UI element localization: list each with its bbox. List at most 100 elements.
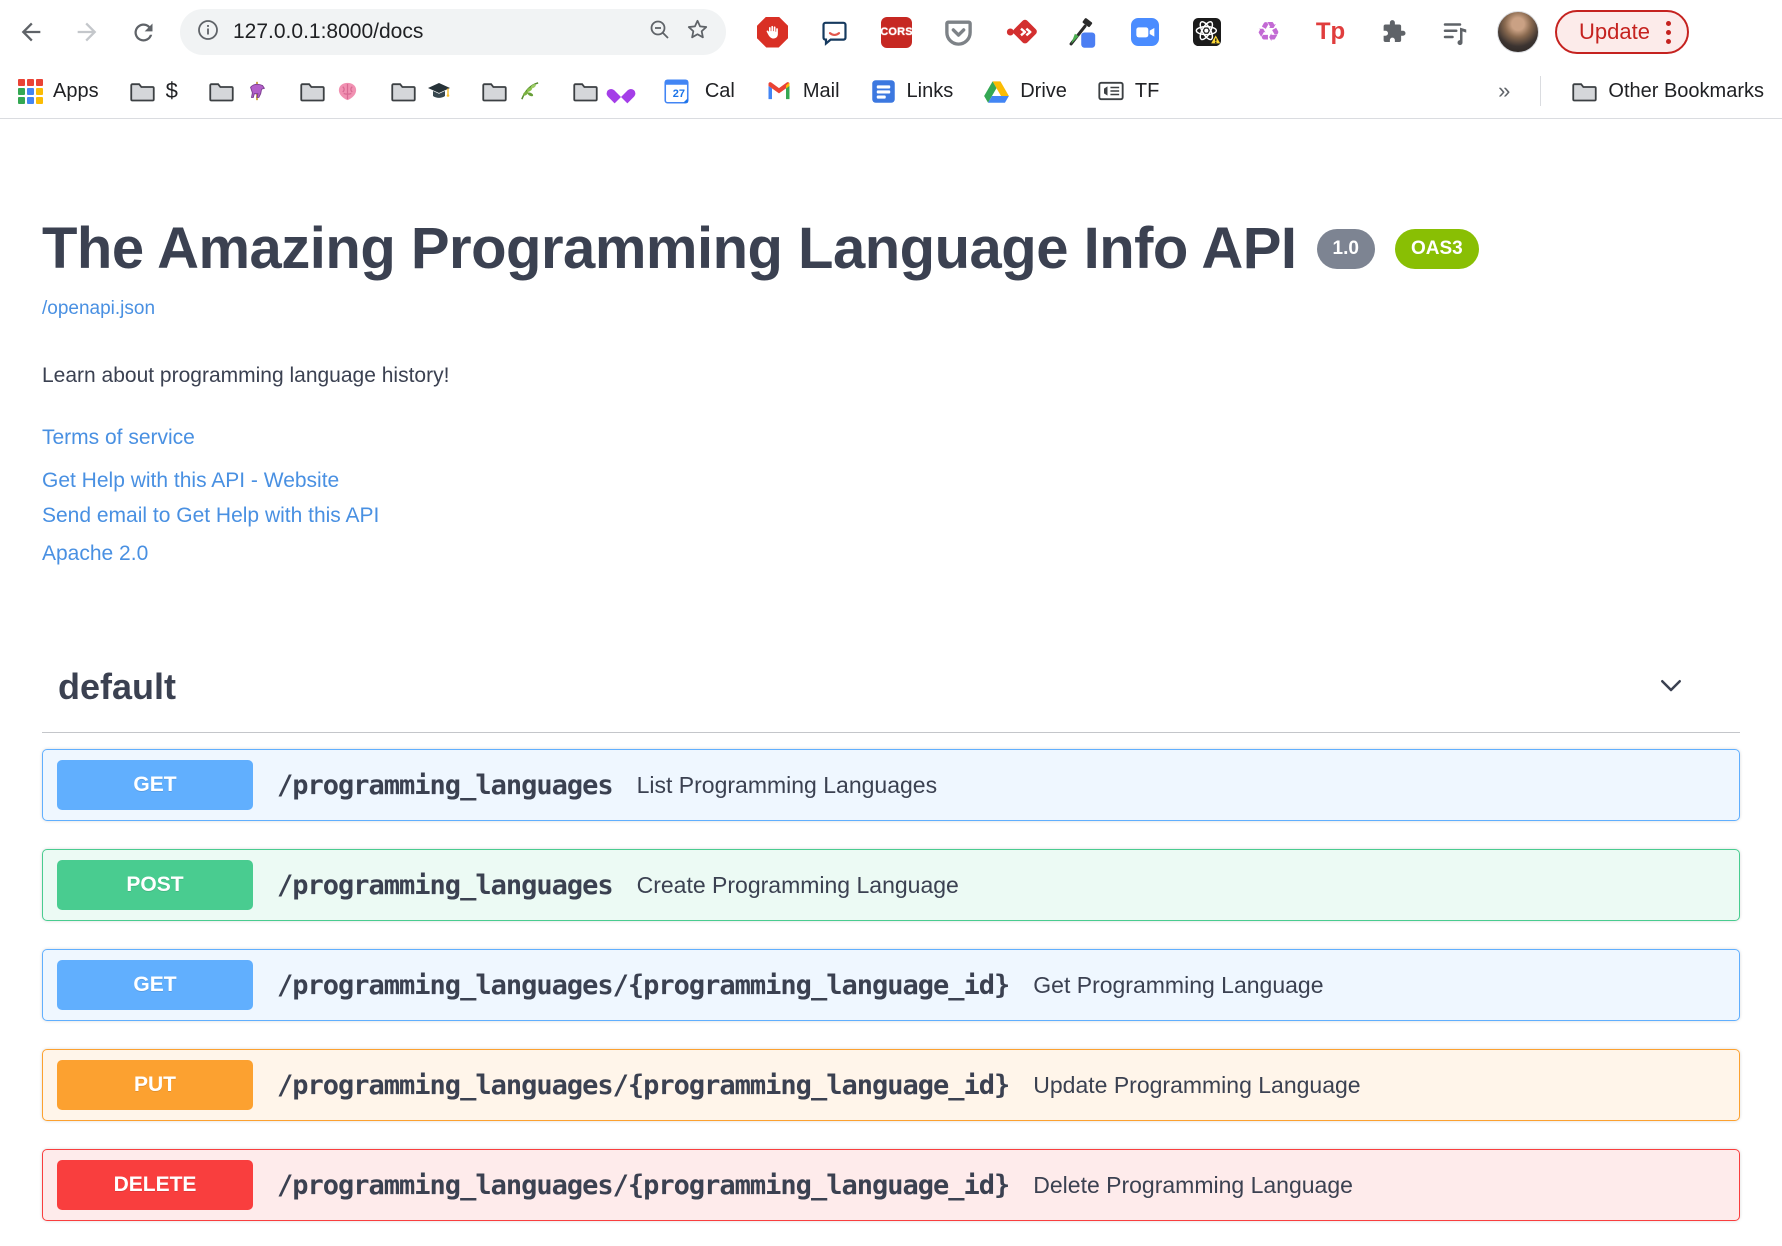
endpoint-list: GET /programming_languages List Programm…: [42, 749, 1740, 1221]
bookmark-folder-dollar[interactable]: $: [129, 78, 178, 105]
endpoint-path: /programming_languages: [277, 769, 614, 801]
back-icon[interactable]: [16, 17, 46, 47]
bookmark-folder-brain[interactable]: [299, 78, 360, 105]
page-title: The Amazing Programming Language Info AP…: [42, 216, 1297, 281]
graduation-cap-icon: [427, 79, 451, 103]
method-badge: PUT: [57, 1060, 253, 1110]
zoom-out-icon[interactable]: [648, 18, 672, 47]
links-label: Links: [906, 79, 954, 102]
bookmark-folder-herb[interactable]: [481, 78, 542, 105]
help-website-link[interactable]: Get Help with this API - Website: [42, 464, 339, 497]
video-camera-icon[interactable]: [1128, 16, 1161, 49]
endpoint-row-get-list[interactable]: GET /programming_languages List Programm…: [42, 749, 1740, 821]
endpoint-summary: List Programming Languages: [636, 771, 938, 798]
chat-bubble-icon[interactable]: [818, 16, 851, 49]
site-info-icon[interactable]: [196, 18, 220, 47]
tf-label: TF: [1134, 79, 1160, 102]
gmail-icon: [768, 82, 790, 100]
tf-card-icon: [1098, 81, 1124, 101]
method-badge: GET: [57, 960, 253, 1010]
help-links: Get Help with this API - Website Send em…: [42, 464, 1740, 534]
update-label: Update: [1579, 19, 1650, 44]
help-email-link[interactable]: Send email to Get Help with this API: [42, 499, 379, 532]
tp-icon[interactable]: Tp: [1314, 16, 1347, 49]
terms-of-service-link[interactable]: Terms of service: [42, 426, 195, 450]
endpoint-path: /programming_languages/{programming_lang…: [277, 1069, 1010, 1101]
apps-label: Apps: [53, 79, 99, 102]
folder-icon: [300, 82, 325, 101]
drive-label: Drive: [1020, 79, 1067, 102]
bookmark-mail[interactable]: Mail: [765, 77, 840, 105]
apps-grid-icon: [18, 78, 43, 104]
method-badge: DELETE: [57, 1160, 253, 1210]
recycle-icon[interactable]: ♻: [1252, 16, 1285, 49]
other-bookmarks-label: Other Bookmarks: [1608, 79, 1764, 102]
swagger-page: The Amazing Programming Language Info AP…: [0, 215, 1782, 1221]
folder-icon: [1572, 82, 1598, 101]
bookmarks-divider: [1540, 76, 1542, 106]
bookmark-drive[interactable]: Drive: [983, 78, 1067, 105]
folder-icon: [209, 82, 234, 101]
cors-icon[interactable]: CORS: [880, 16, 913, 49]
section-header[interactable]: default: [42, 666, 1740, 733]
address-bar[interactable]: 127.0.0.1:8000/docs: [180, 9, 726, 55]
nav-buttons: [16, 17, 158, 47]
bookmark-folder-carousel[interactable]: [208, 78, 269, 105]
endpoint-path: /programming_languages: [277, 869, 614, 901]
endpoint-row-get-one[interactable]: GET /programming_languages/{programming_…: [42, 949, 1740, 1021]
update-button[interactable]: Update: [1555, 10, 1689, 54]
forward-icon[interactable]: [72, 17, 102, 47]
chevron-down-icon[interactable]: [1656, 670, 1686, 705]
bookmark-calendar[interactable]: 27 Cal: [663, 78, 735, 105]
default-tag-section: default GET /programming_languages List …: [42, 666, 1740, 1221]
folder-icon: [482, 82, 507, 101]
endpoint-summary: Delete Programming Language: [1033, 1171, 1353, 1198]
bookmarks-bar: Apps $ 27 Cal Mail Links Drive TF » Othe…: [0, 64, 1782, 119]
endpoint-summary: Update Programming Language: [1033, 1071, 1361, 1098]
openapi-spec-link[interactable]: /openapi.json: [42, 298, 155, 320]
react-devtools-icon[interactable]: [1190, 16, 1223, 49]
url-text[interactable]: 127.0.0.1:8000/docs: [233, 20, 635, 44]
hand-blocker-icon[interactable]: [756, 16, 789, 49]
other-bookmarks[interactable]: Other Bookmarks: [1571, 78, 1764, 105]
bookmark-links[interactable]: Links: [870, 78, 954, 105]
folder-icon: [573, 82, 598, 101]
method-badge: POST: [57, 860, 253, 910]
oas3-badge: OAS3: [1394, 228, 1479, 269]
license-link[interactable]: Apache 2.0: [42, 542, 148, 566]
license-row: Apache 2.0: [42, 542, 1740, 566]
bookmark-tf[interactable]: TF: [1097, 77, 1159, 105]
endpoint-row-post-create[interactable]: POST /programming_languages Create Progr…: [42, 849, 1740, 921]
mail-label: Mail: [802, 79, 840, 102]
color-picker-icon[interactable]: [1066, 16, 1099, 49]
endpoint-summary: Get Programming Language: [1033, 971, 1324, 998]
endpoint-row-delete[interactable]: DELETE /programming_languages/{programmi…: [42, 1149, 1740, 1221]
folder-icon: [129, 82, 155, 101]
puzzle-extensions-icon[interactable]: [1376, 16, 1409, 49]
terms-row: Terms of service: [42, 426, 1740, 450]
media-playlist-icon[interactable]: [1438, 16, 1471, 49]
cal-label: Cal: [704, 79, 735, 102]
bookmark-star-icon[interactable]: [685, 17, 710, 47]
endpoint-path: /programming_languages/{programming_lang…: [277, 969, 1010, 1001]
api-description: Learn about programming language history…: [42, 364, 450, 387]
bookmark-folder-heart[interactable]: [572, 78, 633, 105]
browser-menu-icon[interactable]: [1665, 20, 1671, 44]
section-title: default: [58, 666, 177, 707]
dollar-sign-icon: $: [165, 78, 178, 103]
bookmark-folder-graduation[interactable]: [390, 78, 451, 105]
carousel-horse-icon: [245, 79, 269, 103]
endpoint-path: /programming_languages/{programming_lang…: [277, 1169, 1010, 1201]
red-diamond-icon[interactable]: [1004, 16, 1037, 49]
bookmark-apps[interactable]: Apps: [18, 78, 99, 104]
endpoint-summary: Create Programming Language: [636, 871, 959, 898]
version-badge: 1.0: [1316, 228, 1375, 269]
method-badge: GET: [57, 760, 253, 810]
pocket-icon[interactable]: [942, 16, 975, 49]
reload-icon[interactable]: [128, 17, 158, 47]
extensions-row: CORS ♻ Tp: [756, 16, 1471, 49]
profile-avatar[interactable]: [1497, 11, 1539, 53]
bookmarks-overflow-chevrons[interactable]: »: [1498, 78, 1510, 104]
drive-icon: [984, 80, 1010, 103]
endpoint-row-put-update[interactable]: PUT /programming_languages/{programming_…: [42, 1049, 1740, 1121]
